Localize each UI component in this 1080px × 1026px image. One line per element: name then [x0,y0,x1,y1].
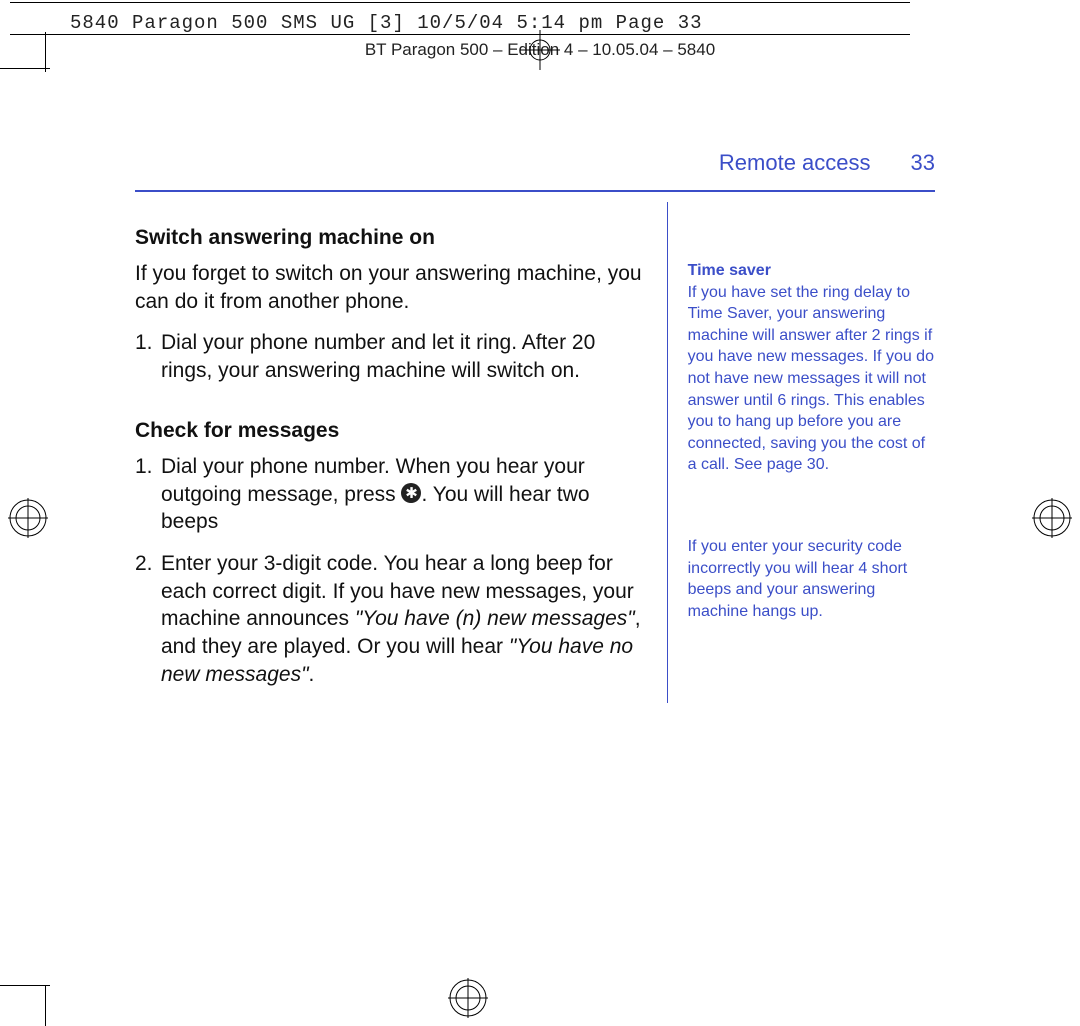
list-number: 1. [135,453,161,536]
list-text: Dial your phone number. When you hear yo… [161,453,645,536]
section-title: Remote access [719,150,871,176]
crop-mark [0,68,50,69]
print-header-rule-bottom [10,34,910,35]
sidebar-heading: Time saver [688,260,935,282]
page-body: Remote access 33 Switch answering machin… [135,150,935,703]
body-text: If you forget to switch on your answerin… [135,260,645,315]
list-item: 1. Dial your phone number. When you hear… [135,453,645,536]
main-column: Switch answering machine on If you forge… [135,202,668,703]
star-key-icon: ✱ [401,483,421,503]
registration-mark-icon [8,498,48,538]
list-text: Dial your phone number and let it ring. … [161,329,645,384]
header-rule [135,190,935,192]
announcement-text: "You have (n) new messages" [355,607,635,630]
print-slug: 5840 Paragon 500 SMS UG [3] 10/5/04 5:14… [70,12,703,34]
heading-check-messages: Check for messages [135,419,645,443]
page-number: 33 [911,150,935,176]
print-header-rule-top [10,2,910,3]
list-item: 1. Dial your phone number and let it rin… [135,329,645,384]
list-item: 2. Enter your 3-digit code. You hear a l… [135,550,645,689]
columns: Switch answering machine on If you forge… [135,202,935,703]
registration-mark-icon [448,978,488,1018]
crop-mark [0,985,50,986]
sidebar-text: If you enter your security code incorrec… [688,536,935,622]
running-header: BT Paragon 500 – Edition 4 – 10.05.04 – … [0,40,1080,60]
registration-mark-icon [1032,498,1072,538]
list-number: 1. [135,329,161,384]
list-number: 2. [135,550,161,689]
heading-switch-on: Switch answering machine on [135,226,645,250]
list-text-part: . [309,663,315,686]
page-header: Remote access 33 [135,150,935,176]
crop-mark [45,32,46,72]
sidebar-text: If you have set the ring delay to Time S… [688,282,935,476]
list-text: Enter your 3-digit code. You hear a long… [161,550,645,689]
crop-mark [45,986,46,1026]
sidebar-column: Time saver If you have set the ring dela… [668,202,935,703]
